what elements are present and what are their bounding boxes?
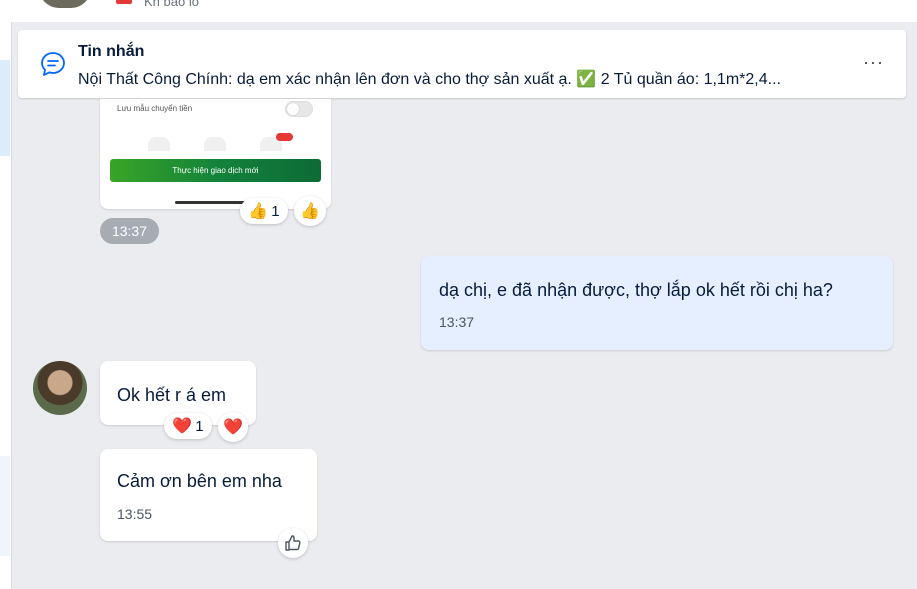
reaction-count: 1 [271,202,280,220]
conversation-highlight [0,456,10,556]
message-text: Ok hết r á em [117,385,227,405]
message-text: dạ chị, e đã nhận được, thợ lắp ok hết r… [439,280,833,300]
thumbs-up-icon: 👍 [300,203,320,220]
image-text-button: Thực hiện giao dịch mới [110,159,321,182]
reaction-count: 1 [195,417,204,435]
pinned-preview: Nội Thất Công Chính: dạ em xác nhận lên … [78,71,781,88]
quick-reaction-button[interactable]: ❤️ [218,412,248,442]
their-message-bubble[interactable]: Cảm ơn bên em nha 13:55 [100,449,317,541]
image-text-save: Lưu mẫu chuyển tiền [117,104,193,113]
thumbs-up-icon: 👍 [248,203,269,220]
transfer-icon [148,137,170,151]
bank-icon [204,137,226,151]
toggle-image [285,101,313,117]
timestamp-pill: 13:37 [100,218,159,244]
thumbs-up-outline-icon [285,535,301,551]
new-badge [276,133,293,141]
heart-icon: ❤️ [223,419,243,436]
heart-icon: ❤️ [172,418,193,435]
quick-reaction-button[interactable]: 👍 [294,196,326,226]
more-options-button[interactable]: ··· [863,52,884,73]
previous-header-fragment: Kh bảo lo [11,0,917,23]
image-message[interactable]: Lưu mẫu chuyển tiền Thực hiện giao dịch … [100,99,331,209]
selected-conversation-highlight [0,60,10,156]
pinned-message-bar[interactable]: Tin nhắn Nội Thất Công Chính: dạ em xác … [18,30,906,98]
pinned-title: Tin nhắn [78,43,145,60]
message-text: Cảm ơn bên em nha [117,471,282,491]
avatar [39,0,91,8]
faded-text: Kh bảo lo [144,0,199,9]
my-message-bubble[interactable]: dạ chị, e đã nhận được, thợ lắp ok hết r… [421,256,893,350]
like-button[interactable] [278,528,308,558]
left-panel-edge [0,0,11,589]
avatar[interactable] [33,361,87,415]
message-time: 13:55 [117,506,153,522]
message-icon [41,52,65,76]
message-time: 13:37 [439,314,475,330]
home-indicator [175,201,245,204]
label-icon [116,0,132,4]
reaction-summary[interactable]: 👍 1 [240,198,288,224]
reaction-summary[interactable]: ❤️ 1 [164,413,212,439]
